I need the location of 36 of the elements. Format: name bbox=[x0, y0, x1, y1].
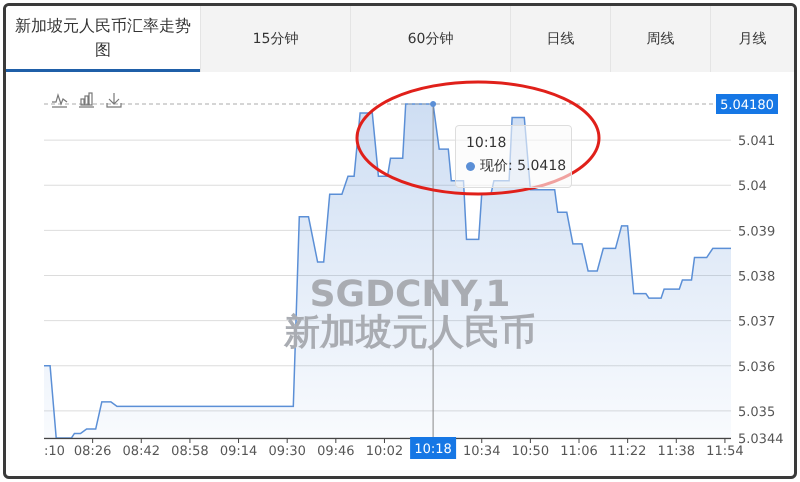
x-axis-label: 08:58 bbox=[171, 444, 209, 459]
x-axis-label: 10:50 bbox=[512, 444, 550, 459]
tooltip-value: 现价: 5.0418 bbox=[480, 157, 566, 175]
y-axis-label: 5.0344 bbox=[738, 432, 784, 447]
data-point bbox=[430, 101, 436, 107]
y-axis-label: 5.04 bbox=[738, 179, 767, 194]
x-axis-label: 08:42 bbox=[122, 444, 160, 459]
x-axis-label: 09:30 bbox=[268, 444, 306, 459]
chart-tab[interactable]: 日线 bbox=[510, 6, 610, 72]
x-axis-label: :10 bbox=[44, 444, 65, 459]
chart-tab[interactable]: 60分钟 bbox=[350, 6, 510, 72]
y-axis-label: 5.041 bbox=[738, 134, 776, 150]
crosshair-value-label: 5.04180 bbox=[716, 94, 778, 114]
y-axis-label: 5.035 bbox=[738, 404, 776, 420]
crosshair-time-label: 10:18 bbox=[410, 437, 456, 459]
y-axis-label: 5.037 bbox=[738, 314, 776, 330]
x-axis-label: 10:02 bbox=[366, 444, 404, 459]
x-axis-label: 11:22 bbox=[608, 444, 646, 459]
line-chart-icon[interactable] bbox=[52, 92, 68, 108]
y-axis-label: 5.036 bbox=[738, 360, 776, 375]
tooltip-time: 10:18 bbox=[466, 135, 508, 151]
x-axis-label: 09:46 bbox=[317, 444, 355, 459]
y-axis-label: 5.039 bbox=[738, 224, 776, 240]
bar-chart-icon[interactable] bbox=[79, 92, 94, 108]
x-axis-label: 09:14 bbox=[220, 444, 258, 459]
x-axis-label: 11:06 bbox=[560, 444, 598, 459]
x-axis-label: 10:34 bbox=[463, 444, 500, 459]
x-axis-label: 11:38 bbox=[658, 444, 696, 459]
chart-tab[interactable]: 新加坡元人民币汇率走势图 bbox=[6, 6, 200, 72]
x-axis-label: 08:26 bbox=[74, 444, 112, 459]
x-axis-label: 11:54 bbox=[706, 444, 744, 459]
chart-tab[interactable]: 月线 bbox=[710, 6, 794, 72]
y-axis-label: 5.038 bbox=[738, 270, 776, 285]
download-icon[interactable] bbox=[106, 92, 122, 108]
chart-tab[interactable]: 周线 bbox=[610, 6, 710, 72]
chart-tab[interactable]: 15分钟 bbox=[200, 6, 350, 72]
